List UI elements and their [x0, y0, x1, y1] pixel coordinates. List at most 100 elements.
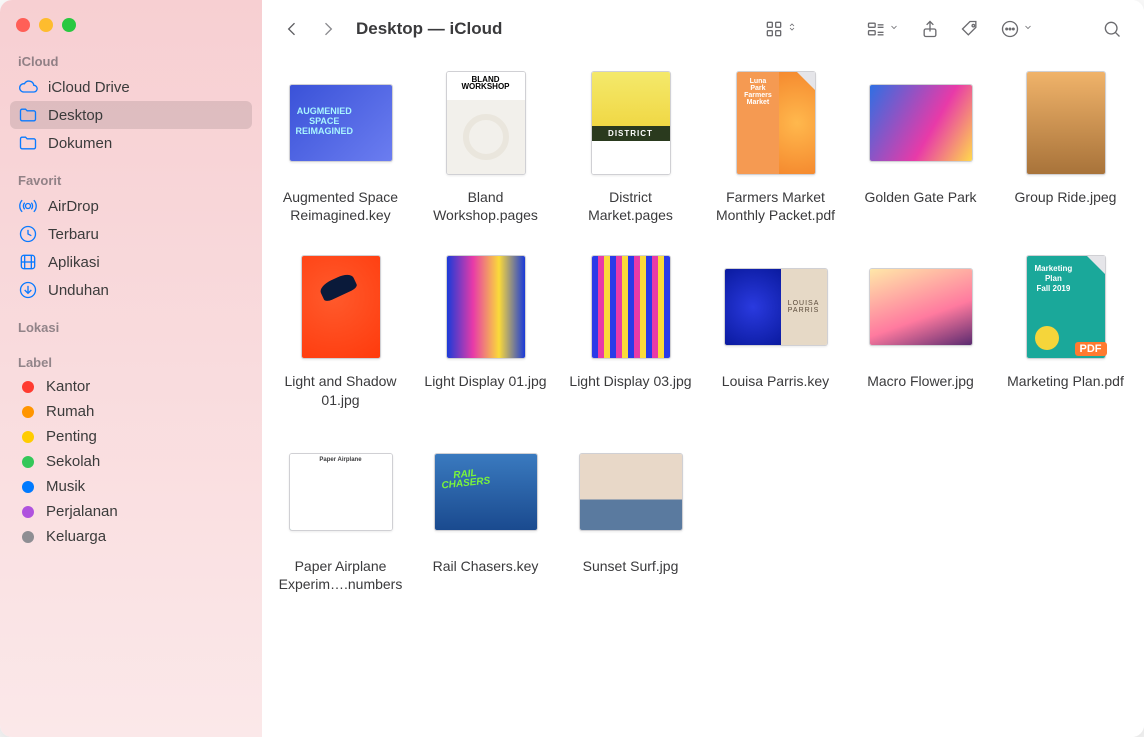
chevron-down-icon	[1022, 20, 1034, 38]
file-item[interactable]: Light and Shadow 01.jpg	[276, 252, 405, 408]
fullscreen-button[interactable]	[62, 18, 76, 32]
file-item[interactable]: DISTRICT District Market.pages	[566, 68, 695, 224]
sidebar-item-label: Aplikasi	[48, 254, 100, 271]
tag-dot-icon	[22, 381, 34, 393]
file-thumbnail: LOUISAPARRIS	[721, 252, 831, 362]
sidebar-item-label: AirDrop	[48, 198, 99, 215]
file-name: Sunset Surf.jpg	[583, 557, 679, 575]
file-name: Marketing Plan.pdf	[1007, 372, 1124, 390]
finder-window: iCloud iCloud DriveDesktopDokumen Favori…	[0, 0, 1144, 737]
file-grid-area: Augmented Space Reimagined.key BLANDWORKS…	[262, 58, 1144, 737]
sidebar-section-label: Label	[10, 351, 252, 374]
file-thumbnail: PDF	[1011, 252, 1121, 362]
sidebar-item-icloud-drive[interactable]: iCloud Drive	[10, 73, 252, 101]
file-item[interactable]: Golden Gate Park	[856, 68, 985, 224]
sidebar-item-terbaru[interactable]: Terbaru	[10, 220, 252, 248]
file-item[interactable]: Luna ParkFarmers Market Farmers Market Mo…	[711, 68, 840, 224]
file-name: Macro Flower.jpg	[867, 372, 974, 390]
toolbar: Desktop — iCloud	[262, 0, 1144, 58]
file-thumbnail	[576, 437, 686, 547]
file-thumbnail	[866, 68, 976, 178]
sidebar-item-label: Terbaru	[48, 226, 99, 243]
pdf-badge: PDF	[1075, 342, 1107, 356]
more-button[interactable]	[994, 15, 1040, 43]
sidebar-item-musik[interactable]: Musik	[10, 474, 252, 499]
file-thumbnail	[431, 252, 541, 362]
back-button[interactable]	[278, 15, 306, 43]
sidebar-item-desktop[interactable]: Desktop	[10, 101, 252, 129]
sidebar-item-label: Dokumen	[48, 135, 112, 152]
sidebar-item-label: Desktop	[48, 107, 103, 124]
file-item[interactable]: BLANDWORKSHOPBland Workshop.pages	[421, 68, 550, 224]
sidebar-item-label: Perjalanan	[46, 503, 118, 520]
file-thumbnail: DISTRICT	[576, 68, 686, 178]
sidebar-item-kantor[interactable]: Kantor	[10, 374, 252, 399]
file-name: Light Display 03.jpg	[569, 372, 691, 390]
file-item[interactable]: Augmented Space Reimagined.key	[276, 68, 405, 224]
folder-icon	[18, 105, 38, 125]
file-item[interactable]: Rail Chasers.key	[421, 437, 550, 593]
window-title: Desktop — iCloud	[356, 19, 502, 39]
file-name: Light Display 01.jpg	[424, 372, 546, 390]
file-thumbnail	[866, 252, 976, 362]
sidebar-item-aplikasi[interactable]: Aplikasi	[10, 248, 252, 276]
sidebar-item-sekolah[interactable]: Sekolah	[10, 449, 252, 474]
sidebar-item-rumah[interactable]: Rumah	[10, 399, 252, 424]
close-button[interactable]	[16, 18, 30, 32]
minimize-button[interactable]	[39, 18, 53, 32]
cloud-icon	[18, 77, 38, 97]
download-icon	[18, 280, 38, 300]
airdrop-icon	[18, 196, 38, 216]
file-item[interactable]: Macro Flower.jpg	[856, 252, 985, 408]
sidebar-item-label: Kantor	[46, 378, 90, 395]
file-item[interactable]: LOUISAPARRIS Louisa Parris.key	[711, 252, 840, 408]
sidebar-section-favorit: Favorit	[10, 169, 252, 192]
sidebar-item-penting[interactable]: Penting	[10, 424, 252, 449]
tag-dot-icon	[22, 456, 34, 468]
file-name: Farmers Market Monthly Packet.pdf	[711, 188, 840, 224]
sidebar-item-label: Sekolah	[46, 453, 100, 470]
view-icons-button[interactable]	[758, 15, 804, 43]
file-thumbnail	[431, 437, 541, 547]
file-item[interactable]: Group Ride.jpeg	[1001, 68, 1130, 224]
folder-icon	[18, 133, 38, 153]
sidebar-item-keluarga[interactable]: Keluarga	[10, 524, 252, 549]
file-thumbnail	[286, 252, 396, 362]
sidebar-item-dokumen[interactable]: Dokumen	[10, 129, 252, 157]
file-name: Augmented Space Reimagined.key	[276, 188, 405, 224]
file-item[interactable]: PDF Marketing Plan.pdf	[1001, 252, 1130, 408]
updown-icon	[786, 20, 798, 38]
search-button[interactable]	[1096, 15, 1128, 43]
file-item[interactable]: Sunset Surf.jpg	[566, 437, 695, 593]
apps-icon	[18, 252, 38, 272]
sidebar-item-label: Unduhan	[48, 282, 109, 299]
sidebar-section-lokasi: Lokasi	[10, 316, 252, 339]
sidebar-item-perjalanan[interactable]: Perjalanan	[10, 499, 252, 524]
forward-button[interactable]	[314, 15, 342, 43]
tag-dot-icon	[22, 481, 34, 493]
file-item[interactable]: Light Display 01.jpg	[421, 252, 550, 408]
sidebar-item-label: iCloud Drive	[48, 79, 130, 96]
file-thumbnail: Luna ParkFarmers Market	[721, 68, 831, 178]
file-name: Louisa Parris.key	[722, 372, 829, 390]
sidebar-item-unduhan[interactable]: Unduhan	[10, 276, 252, 304]
file-name: Group Ride.jpeg	[1015, 188, 1117, 206]
clock-icon	[18, 224, 38, 244]
file-thumbnail: Paper Airplane	[286, 437, 396, 547]
group-button[interactable]	[860, 15, 906, 43]
file-thumbnail	[1011, 68, 1121, 178]
tags-button[interactable]	[954, 15, 986, 43]
sidebar-item-label: Penting	[46, 428, 97, 445]
sidebar-item-airdrop[interactable]: AirDrop	[10, 192, 252, 220]
share-button[interactable]	[914, 15, 946, 43]
file-name: Rail Chasers.key	[433, 557, 539, 575]
file-item[interactable]: Paper AirplanePaper Airplane Experim….nu…	[276, 437, 405, 593]
tag-dot-icon	[22, 406, 34, 418]
file-item[interactable]: Light Display 03.jpg	[566, 252, 695, 408]
file-name: Light and Shadow 01.jpg	[276, 372, 405, 408]
file-name: District Market.pages	[566, 188, 695, 224]
sidebar-item-label: Keluarga	[46, 528, 106, 545]
main-panel: Desktop — iCloud	[262, 0, 1144, 737]
file-thumbnail	[286, 68, 396, 178]
sidebar-item-label: Rumah	[46, 403, 94, 420]
